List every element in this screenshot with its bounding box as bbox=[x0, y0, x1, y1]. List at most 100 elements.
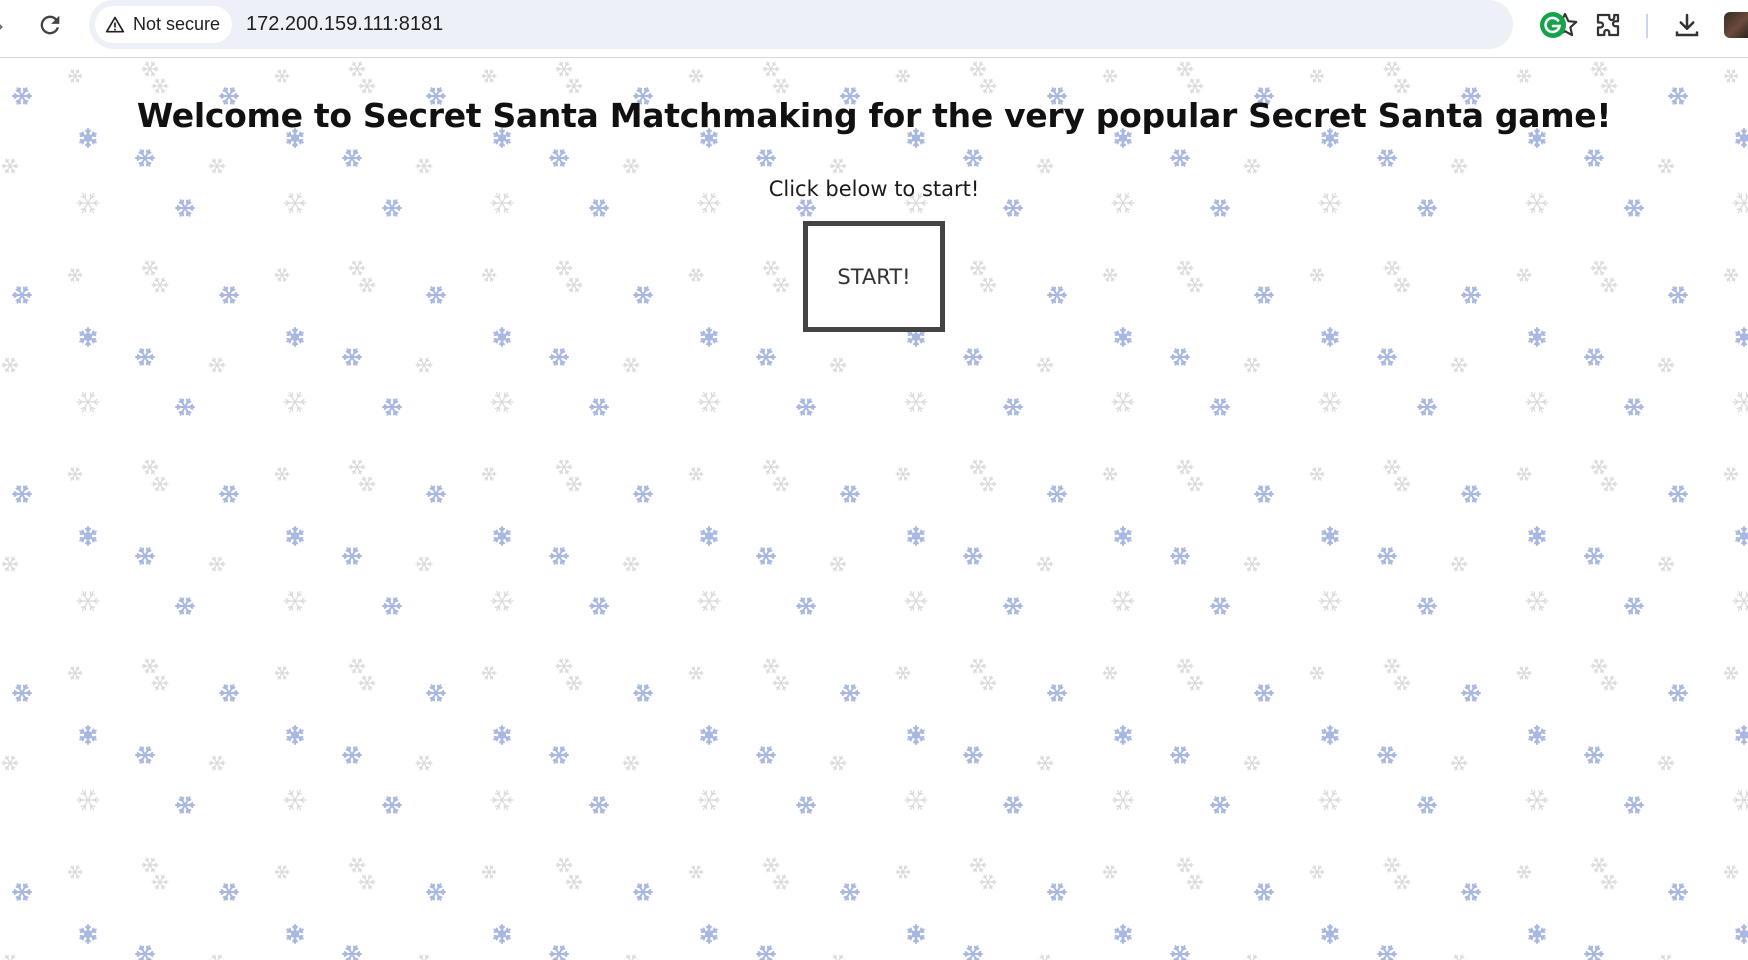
snowflake-icon bbox=[697, 590, 721, 612]
snowflake-icon bbox=[565, 476, 583, 492]
snowflake-icon bbox=[283, 789, 307, 811]
browser-toolbar: › Not secure 172.200.159.111:8181 bbox=[0, 0, 1748, 58]
snowflake-icon bbox=[1735, 924, 1748, 944]
snowflake-icon bbox=[1047, 485, 1067, 503]
snowflake-icon bbox=[1003, 398, 1023, 416]
snowflake-icon bbox=[481, 666, 497, 680]
snowflake-icon bbox=[1584, 945, 1604, 960]
snowflake-icon bbox=[756, 348, 776, 366]
snowflake-icon bbox=[1393, 874, 1411, 890]
snowflake-icon bbox=[1254, 883, 1274, 901]
security-indicator[interactable]: Not secure bbox=[95, 6, 233, 43]
snowflake-icon bbox=[1111, 391, 1135, 413]
warning-icon bbox=[105, 16, 125, 32]
snowflake-icon bbox=[416, 954, 432, 960]
snowflake-icon bbox=[688, 467, 704, 481]
snowflake-icon bbox=[904, 590, 928, 612]
snowflake-icon bbox=[555, 459, 573, 475]
snowflake-icon bbox=[1243, 556, 1261, 572]
snowflake-icon bbox=[756, 547, 776, 565]
snowflake-icon bbox=[209, 954, 225, 960]
snowflake-icon bbox=[700, 725, 718, 745]
snowflake-icon bbox=[840, 684, 860, 702]
snowflake-icon bbox=[1657, 755, 1675, 771]
snowflake-icon bbox=[1186, 874, 1204, 890]
snowflake-icon bbox=[830, 954, 846, 960]
snowflake-icon bbox=[1600, 675, 1618, 691]
start-button[interactable]: START! bbox=[803, 221, 945, 332]
snowflake-icon bbox=[1450, 556, 1468, 572]
snowflake-icon bbox=[1393, 675, 1411, 691]
snowflake-icon bbox=[1102, 666, 1118, 680]
snowflake-icon bbox=[1658, 954, 1674, 960]
profile-avatar[interactable] bbox=[1724, 12, 1748, 38]
snowflake-icon bbox=[1624, 398, 1644, 416]
snowflake-icon bbox=[1243, 755, 1261, 771]
snowflake-icon bbox=[904, 789, 928, 811]
snowflake-icon bbox=[1176, 658, 1194, 674]
snowflake-icon bbox=[829, 755, 847, 771]
address-bar[interactable]: Not secure 172.200.159.111:8181 bbox=[89, 0, 1578, 49]
snowflake-icon bbox=[1377, 746, 1397, 764]
snowflake-icon bbox=[1111, 590, 1135, 612]
snowflake-icon bbox=[1657, 556, 1675, 572]
snowflake-icon bbox=[1318, 391, 1342, 413]
url-text[interactable]: 172.200.159.111:8181 bbox=[246, 0, 443, 49]
snowflake-icon bbox=[1525, 391, 1549, 413]
snowflake-icon bbox=[565, 874, 583, 890]
snowflake-icon bbox=[175, 398, 195, 416]
snowflake-icon bbox=[1590, 658, 1608, 674]
grammarly-icon[interactable] bbox=[1538, 10, 1568, 40]
snowflake-icon bbox=[1461, 684, 1481, 702]
snowflake-icon bbox=[700, 526, 718, 546]
snowflake-icon bbox=[1584, 348, 1604, 366]
snowflake-icon bbox=[895, 865, 911, 879]
snowflake-icon bbox=[274, 666, 290, 680]
snowflake-icon bbox=[969, 459, 987, 475]
snowflake-icon bbox=[1735, 526, 1748, 546]
snowflake-icon bbox=[135, 547, 155, 565]
back-arrow-icon[interactable]: › bbox=[0, 14, 10, 38]
snowflake-icon bbox=[415, 357, 433, 373]
snowflake-icon bbox=[969, 658, 987, 674]
snowflake-icon bbox=[1176, 459, 1194, 475]
snowflake-icon bbox=[1321, 725, 1339, 745]
snowflake-icon bbox=[979, 675, 997, 691]
snowflake-icon bbox=[700, 924, 718, 944]
snowflake-icon bbox=[895, 467, 911, 481]
snowflake-icon bbox=[481, 467, 497, 481]
snowflake-icon bbox=[1723, 666, 1739, 680]
snowflake-icon bbox=[969, 857, 987, 873]
snowflake-icon bbox=[1668, 684, 1688, 702]
extensions-icon[interactable] bbox=[1593, 10, 1623, 40]
snowflake-icon bbox=[1516, 467, 1532, 481]
snowflake-icon bbox=[415, 755, 433, 771]
snowflake-icon bbox=[342, 547, 362, 565]
snowflake-icon bbox=[2, 954, 18, 960]
security-label: Not secure bbox=[133, 14, 221, 34]
snowflake-icon bbox=[688, 666, 704, 680]
snowflake-icon bbox=[1624, 796, 1644, 814]
snowflake-icon bbox=[589, 597, 609, 615]
snowflake-icon bbox=[1254, 485, 1274, 503]
reload-icon[interactable] bbox=[36, 11, 64, 39]
snowflake-icon bbox=[1461, 883, 1481, 901]
snowflake-icon bbox=[67, 467, 83, 481]
snowflake-icon bbox=[796, 398, 816, 416]
snowflake-icon bbox=[219, 883, 239, 901]
start-instructions: Click below to start! bbox=[768, 177, 980, 201]
snowflake-icon bbox=[1624, 597, 1644, 615]
snowflake-icon bbox=[1377, 547, 1397, 565]
snowflake-icon bbox=[1244, 954, 1260, 960]
snowflake-icon bbox=[829, 357, 847, 373]
snowflake-icon bbox=[493, 725, 511, 745]
download-icon[interactable] bbox=[1672, 10, 1702, 40]
snowflake-icon bbox=[756, 945, 776, 960]
snowflake-icon bbox=[907, 924, 925, 944]
snowflake-icon bbox=[1170, 348, 1190, 366]
snowflake-icon bbox=[1037, 954, 1053, 960]
snowflake-icon bbox=[1210, 796, 1230, 814]
snowflake-icon bbox=[1528, 924, 1546, 944]
snowflake-icon bbox=[286, 526, 304, 546]
snowflake-icon bbox=[135, 348, 155, 366]
